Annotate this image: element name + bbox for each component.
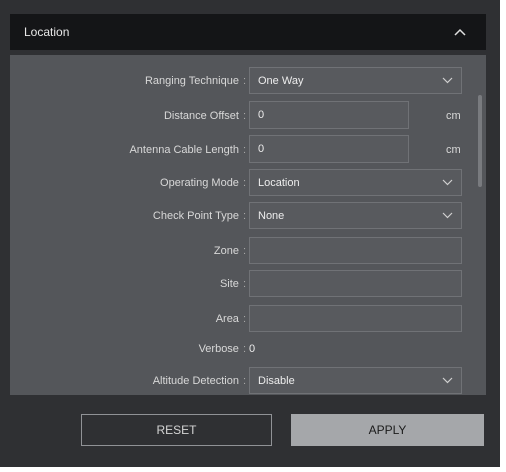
zone-input[interactable] (249, 237, 462, 264)
antenna-cable-length-label: Antenna Cable Length: (129, 144, 246, 156)
footer-actions: RESET APPLY (0, 397, 500, 467)
ranging-technique-select[interactable]: One Way (249, 67, 462, 94)
apply-button[interactable]: APPLY (291, 414, 484, 446)
antenna-cable-length-input[interactable]: 0 (249, 135, 409, 163)
check-point-type-select[interactable]: None (249, 202, 462, 229)
ranging-technique-value: One Way (258, 74, 304, 87)
chevron-down-icon (442, 212, 453, 219)
operating-mode-value: Location (258, 176, 300, 189)
operating-mode-select[interactable]: Location (249, 169, 462, 196)
zone-label: Zone: (213, 245, 246, 257)
altitude-detection-label: Altitude Detection: (152, 375, 246, 387)
section-header[interactable]: Location (10, 14, 486, 50)
verbose-value: 0 (249, 343, 256, 355)
altitude-detection-value: Disable (258, 374, 295, 387)
area-label: Area: (215, 313, 246, 325)
site-input[interactable] (249, 270, 462, 297)
antenna-cable-length-value: 0 (258, 143, 265, 155)
verbose-label: Verbose: (198, 343, 246, 355)
check-point-type-value: None (258, 209, 285, 222)
operating-mode-label: Operating Mode: (160, 177, 246, 189)
chevron-up-icon[interactable] (452, 27, 468, 37)
area-input[interactable] (249, 305, 462, 332)
check-point-type-label: Check Point Type: (152, 210, 246, 222)
altitude-detection-select[interactable]: Disable (249, 367, 462, 394)
ranging-technique-label: Ranging Technique: (144, 75, 246, 87)
location-panel: Location Ranging Technique: One Way Dist… (0, 0, 500, 467)
distance-offset-unit: cm (446, 110, 461, 122)
site-label: Site: (219, 278, 246, 290)
distance-offset-input[interactable]: 0 (249, 101, 409, 129)
reset-button[interactable]: RESET (81, 414, 272, 446)
chevron-down-icon (442, 377, 453, 384)
section-title: Location (24, 25, 70, 39)
antenna-cable-length-unit: cm (446, 144, 461, 156)
chevron-down-icon (442, 179, 453, 186)
chevron-down-icon (442, 77, 453, 84)
distance-offset-value: 0 (258, 109, 265, 121)
distance-offset-label: Distance Offset: (163, 110, 246, 122)
scrollbar-thumb[interactable] (478, 95, 482, 187)
settings-form: Ranging Technique: One Way Distance Offs… (10, 55, 486, 395)
